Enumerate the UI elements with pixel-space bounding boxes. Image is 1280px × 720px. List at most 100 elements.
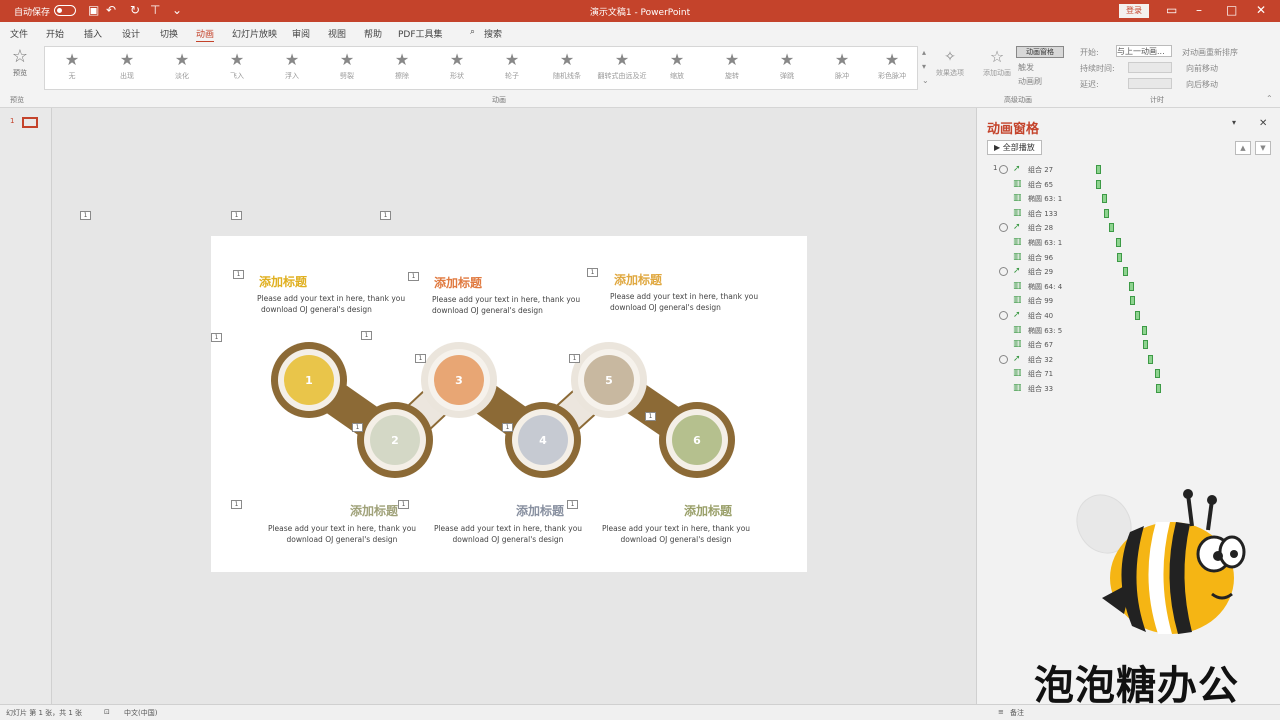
timeline-bar[interactable]	[1123, 267, 1128, 277]
move-down-arrow-icon[interactable]: ▼	[1255, 141, 1271, 155]
animation-pane-button[interactable]: 动画窗格	[1016, 46, 1064, 58]
close-icon[interactable]: ✕	[1256, 3, 1266, 17]
preview-button[interactable]: ☆ 预览	[6, 46, 34, 86]
slide-title-2[interactable]: 添加标题	[350, 502, 398, 519]
animation-tag[interactable]: 1	[415, 354, 426, 363]
anim-pulse[interactable]: ★ 脉冲	[817, 49, 867, 89]
delay-input[interactable]	[1128, 78, 1172, 89]
animation-row[interactable]: ▥ 组合 33	[991, 383, 1271, 396]
animation-tag[interactable]: 1	[231, 211, 242, 220]
slide-title-1[interactable]: 添加标题	[259, 273, 307, 290]
animation-row[interactable]: ▥ 椭圆 64: 4	[991, 281, 1271, 294]
animation-tag[interactable]: 1	[233, 270, 244, 279]
animation-tag[interactable]: 1	[80, 211, 91, 220]
language-indicator[interactable]: 中文(中国)	[124, 708, 157, 718]
animation-row[interactable]: ▥ 组合 67	[991, 339, 1271, 352]
animation-row[interactable]: ▥ 组合 96	[991, 252, 1271, 265]
anim-random-bars[interactable]: ★ 随机线条	[542, 49, 592, 89]
notes-button[interactable]: 备注	[1010, 708, 1024, 718]
tab-search[interactable]: 搜索	[484, 27, 502, 40]
anim-appear[interactable]: ★ 出现	[102, 49, 152, 89]
login-button[interactable]: 登录	[1119, 4, 1149, 18]
notes-icon[interactable]: ≡	[998, 708, 1004, 716]
animation-row[interactable]: ➚ 组合 32	[991, 354, 1271, 367]
timeline-bar[interactable]	[1096, 179, 1101, 189]
timeline-bar[interactable]	[1104, 208, 1109, 218]
anim-split[interactable]: ★ 劈裂	[322, 49, 372, 89]
animation-row[interactable]: ▥ 组合 99	[991, 295, 1271, 308]
tab-animations[interactable]: 动画	[196, 27, 215, 43]
tab-review[interactable]: 审阅	[292, 27, 310, 40]
tab-view[interactable]: 视图	[328, 27, 346, 40]
animation-tag[interactable]: 1	[408, 272, 419, 281]
animation-row[interactable]: ▥ 组合 133	[991, 208, 1271, 221]
animation-tag[interactable]: 1	[398, 500, 409, 509]
add-animation-button[interactable]: ☆ 添加动画	[980, 46, 1014, 86]
timeline-bar[interactable]	[1130, 296, 1135, 306]
slide-text-3[interactable]: Please add your text in here, thank you …	[432, 294, 602, 316]
animation-tag[interactable]: 1	[587, 268, 598, 277]
move-up-arrow-icon[interactable]: ▲	[1235, 141, 1251, 155]
timeline-bar[interactable]	[1129, 281, 1134, 291]
timeline-bar[interactable]	[1102, 194, 1107, 204]
play-all-button[interactable]: ▶ 全部播放	[987, 140, 1042, 155]
timeline-bar[interactable]	[1135, 311, 1140, 320]
animation-tag[interactable]: 1	[231, 500, 242, 509]
tab-file[interactable]: 文件	[10, 27, 28, 40]
tab-transitions[interactable]: 切换	[160, 27, 178, 40]
anim-float-in[interactable]: ★ 浮入	[267, 49, 317, 89]
tab-slideshow[interactable]: 幻灯片放映	[232, 27, 277, 40]
animation-row[interactable]: ➚ 组合 29	[991, 266, 1271, 279]
pane-close-icon[interactable]: ✕	[1259, 118, 1267, 129]
timeline-bar[interactable]	[1156, 384, 1161, 393]
anim-grow-turn[interactable]: ★ 翻转式由远及近	[597, 49, 647, 89]
anim-shape[interactable]: ★ 形状	[432, 49, 482, 89]
timeline-bar[interactable]	[1109, 223, 1114, 233]
timeline-bar[interactable]	[1142, 325, 1147, 335]
tab-pdf-tools[interactable]: PDF工具集	[398, 27, 443, 40]
animation-row[interactable]: ▥ 椭圆 63: 1	[991, 237, 1271, 250]
anim-wipe[interactable]: ★ 擦除	[377, 49, 427, 89]
slide-title-5[interactable]: 添加标题	[614, 271, 662, 288]
gallery-scroll-up-icon[interactable]: ▴	[922, 48, 926, 57]
pane-options-icon[interactable]: ▾	[1232, 118, 1236, 127]
minimize-icon[interactable]: –	[1196, 3, 1202, 17]
slide-text-1[interactable]: Please add your text in here, thank you …	[257, 293, 427, 315]
animation-painter-button[interactable]: 动画刷	[1018, 76, 1042, 87]
accessibility-icon[interactable]: ⊡	[104, 708, 110, 716]
tab-design[interactable]: 设计	[122, 27, 140, 40]
anim-fly-in[interactable]: ★ 飞入	[212, 49, 262, 89]
anim-fade[interactable]: ★ 淡化	[157, 49, 207, 89]
slide-title-6[interactable]: 添加标题	[684, 502, 732, 519]
anim-bounce[interactable]: ★ 弹跳	[762, 49, 812, 89]
animation-tag[interactable]: 1	[645, 412, 656, 421]
slide-text-6[interactable]: Please add your text in here, thank you …	[591, 523, 761, 545]
slide-thumbnail[interactable]	[22, 117, 38, 128]
timeline-bar[interactable]	[1116, 238, 1121, 247]
slide-title-3[interactable]: 添加标题	[434, 274, 482, 291]
animation-row[interactable]: ▥ 椭圆 63: 1	[991, 193, 1271, 206]
animation-tag[interactable]: 1	[352, 423, 363, 432]
anim-swivel[interactable]: ★ 旋转	[707, 49, 757, 89]
move-earlier-button[interactable]: 向前移动	[1186, 63, 1218, 74]
gallery-expand-icon[interactable]: ⌄	[922, 76, 929, 85]
anim-none[interactable]: ★ 无	[47, 49, 97, 89]
move-later-button[interactable]: 向后移动	[1186, 79, 1218, 90]
timeline-bar[interactable]	[1096, 165, 1101, 174]
trigger-button[interactable]: 触发	[1018, 62, 1034, 73]
maximize-icon[interactable]: □	[1226, 3, 1237, 17]
animation-row[interactable]: ➚ 组合 40	[991, 310, 1271, 323]
slide-text-2[interactable]: Please add your text in here, thank you …	[257, 523, 427, 545]
tab-help[interactable]: 帮助	[364, 27, 382, 40]
search-icon[interactable]: ⌕	[470, 27, 475, 37]
start-select[interactable]: 与上一动画...	[1116, 45, 1172, 57]
tab-insert[interactable]: 插入	[84, 27, 102, 40]
anim-wheel[interactable]: ★ 轮子	[487, 49, 537, 89]
anim-color-pulse[interactable]: ★ 彩色脉冲	[867, 49, 917, 89]
effect-options-button[interactable]: ✧ 效果选项	[934, 46, 966, 86]
anim-zoom[interactable]: ★ 缩放	[652, 49, 702, 89]
animation-tag[interactable]: 1	[569, 354, 580, 363]
animation-row[interactable]: ▥ 组合 71	[991, 368, 1271, 381]
timeline-bar[interactable]	[1148, 354, 1153, 364]
collapse-ribbon-icon[interactable]: ⌃	[1266, 94, 1273, 103]
